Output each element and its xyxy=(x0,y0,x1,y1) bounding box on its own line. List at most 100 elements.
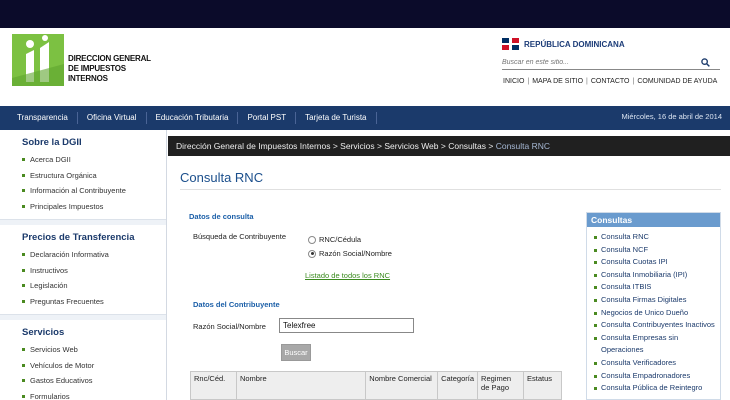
sidebar-item[interactable]: Gastos Educativos xyxy=(22,373,166,389)
sidebar-item[interactable]: Información al Contribuyente xyxy=(22,183,166,199)
consulta-link-label: Consulta Firmas Digitales xyxy=(601,294,687,304)
bullet-icon xyxy=(22,204,25,208)
section-datos-consulta: Datos de consulta xyxy=(189,212,254,221)
sidebar-item[interactable]: Servicios Web xyxy=(22,342,166,358)
consultas-panel: Consultas Consulta RNC Consulta NCF Cons… xyxy=(586,212,721,400)
bullet-icon xyxy=(594,248,597,252)
top-link-mapa[interactable]: MAPA DE SITIO xyxy=(532,78,583,85)
column-header[interactable]: Nombre xyxy=(235,371,367,400)
divider xyxy=(180,189,721,190)
buscar-button[interactable]: Buscar xyxy=(281,344,311,361)
column-header[interactable]: Regimen de Pago xyxy=(477,371,524,400)
separator: | xyxy=(527,78,530,85)
sidebar-item[interactable]: Declaración Informativa xyxy=(22,247,166,263)
consulta-link[interactable]: Consulta ITBIS xyxy=(594,281,720,294)
breadcrumb-trail[interactable]: Dirección General de Impuestos Internos … xyxy=(176,141,496,151)
bullet-icon xyxy=(594,361,597,365)
radio-label: Razón Social/Nombre xyxy=(319,249,392,258)
consulta-link-label: Negocios de Unico Dueño xyxy=(601,307,689,317)
sidebar-section-title[interactable]: Servicios xyxy=(0,320,166,342)
logo-line: DE IMPUESTOS xyxy=(68,64,126,73)
separator: | xyxy=(586,78,588,85)
bullet-icon xyxy=(22,158,25,162)
sidebar-item-label: Gastos Educativos xyxy=(30,376,93,385)
logo-text: DIRECCION GENERAL DE IMPUESTOS INTERNOS xyxy=(68,54,151,84)
bullet-icon xyxy=(594,387,597,391)
bullet-icon xyxy=(594,236,597,239)
consulta-link[interactable]: Consulta Empadronadores xyxy=(594,370,720,383)
column-header[interactable]: Nombre Comercial xyxy=(365,371,439,400)
radio-razon-social[interactable]: Razón Social/Nombre xyxy=(308,249,392,258)
sidebar-section-title[interactable]: Sobre la DGII xyxy=(0,130,166,152)
consulta-link[interactable]: Consulta Empresas sin Operaciones xyxy=(594,332,720,357)
bullet-icon xyxy=(22,253,25,257)
radio-circle[interactable] xyxy=(308,235,316,244)
nav-educacion-tributaria[interactable]: Educación Tributaria xyxy=(147,112,239,124)
bullet-icon xyxy=(22,348,25,352)
current-date: Miércoles, 16 de abril de 2014 xyxy=(621,112,722,121)
bullet-icon xyxy=(22,189,25,193)
page-title: Consulta RNC xyxy=(180,170,264,185)
sidebar-item[interactable]: Estructura Orgánica xyxy=(22,168,166,184)
sidebar-item-label: Preguntas Frecuentes xyxy=(30,296,104,306)
bullet-icon xyxy=(594,273,597,277)
consultas-title: Consultas xyxy=(587,213,720,227)
sidebar-section-sobre: Sobre la DGII Acerca DGII Estructura Org… xyxy=(0,130,166,220)
consulta-link-label: Consulta Pública de Reintegro xyxy=(601,383,703,393)
consulta-link[interactable]: Negocios de Unico Dueño xyxy=(594,307,720,320)
sidebar-item[interactable]: Formularios xyxy=(22,389,166,400)
sidebar-section-servicios: Servicios Servicios Web Vehículos de Mot… xyxy=(0,320,166,400)
top-link-inicio[interactable]: INICIO xyxy=(503,78,524,85)
nav-transparencia[interactable]: Transparencia xyxy=(0,112,78,124)
razon-social-input[interactable] xyxy=(279,318,414,333)
bullet-icon xyxy=(22,379,25,383)
consulta-link[interactable]: Consulta Cuotas IPI xyxy=(594,256,720,269)
column-header[interactable]: Estatus xyxy=(522,371,563,400)
consulta-link[interactable]: Consulta Firmas Digitales xyxy=(594,294,720,307)
bullet-icon xyxy=(594,374,597,378)
listado-rnc-link[interactable]: Listado de todos los RNC xyxy=(305,271,390,280)
column-header[interactable]: Categoría xyxy=(437,371,479,400)
consulta-link-label: Consulta Cuotas IPI xyxy=(601,257,668,267)
consulta-link-label: Consulta Contribuyentes Inactivos xyxy=(601,320,715,330)
consulta-link[interactable]: Consulta Inmobiliaria (IPI) xyxy=(594,269,720,282)
sidebar-item[interactable]: Preguntas Frecuentes xyxy=(22,294,166,310)
bullet-icon xyxy=(594,261,597,265)
breadcrumb-current: Consulta RNC xyxy=(495,141,551,151)
consulta-link-label: Consulta Verificadores xyxy=(601,357,677,367)
bullet-icon xyxy=(22,173,25,177)
nav-tarjeta-turista[interactable]: Tarjeta de Turista xyxy=(296,112,377,124)
search-icon[interactable] xyxy=(698,56,712,70)
nav-portal-pst[interactable]: Portal PST xyxy=(238,112,297,124)
main-nav: Transparencia Oficina Virtual Educación … xyxy=(0,106,730,130)
logo-line: DIRECCION GENERAL xyxy=(68,54,151,63)
top-link-comunidad[interactable]: COMUNIDAD DE AYUDA xyxy=(637,78,717,85)
sidebar-item[interactable]: Vehículos de Motor xyxy=(22,358,166,374)
sidebar-item-label: Acerca DGII xyxy=(30,155,71,164)
dgii-logo-icon[interactable] xyxy=(12,34,64,86)
sidebar-item[interactable]: Instructivos xyxy=(22,263,166,279)
search-input[interactable] xyxy=(502,59,698,66)
sidebar-section-title[interactable]: Precios de Transferencia xyxy=(0,225,166,247)
consulta-link[interactable]: Consulta Verificadores xyxy=(594,357,720,370)
consulta-link[interactable]: Consulta Pública de Reintegro xyxy=(594,382,720,395)
sidebar-item[interactable]: Acerca DGII xyxy=(22,152,166,168)
busqueda-label: Búsqueda de Contribuyente xyxy=(193,232,286,241)
nav-oficina-virtual[interactable]: Oficina Virtual xyxy=(78,112,147,124)
sidebar-item-label: Vehículos de Motor xyxy=(30,360,95,370)
consulta-link-label: Consulta ITBIS xyxy=(601,282,652,292)
consulta-link[interactable]: Consulta Contribuyentes Inactivos xyxy=(594,319,720,332)
sidebar-item-label: Declaración Informativa xyxy=(30,250,109,259)
consulta-link-label: Consulta Inmobiliaria (IPI) xyxy=(601,269,688,279)
consulta-link[interactable]: Consulta NCF xyxy=(594,244,720,257)
consulta-link[interactable]: Consulta RNC xyxy=(594,231,720,244)
radio-rnc-cedula[interactable]: RNC/Cédula xyxy=(308,235,361,244)
sidebar-section-precios: Precios de Transferencia Declaración Inf… xyxy=(0,225,166,315)
sidebar-item[interactable]: Principales Impuestos xyxy=(22,199,166,215)
column-header[interactable]: Rnc/Céd. xyxy=(190,371,237,400)
bullet-icon xyxy=(594,311,597,315)
radio-circle-selected[interactable] xyxy=(308,249,316,258)
sidebar-item[interactable]: Legislación xyxy=(22,278,166,294)
consulta-link-label: Consulta NCF xyxy=(601,244,649,254)
top-link-contacto[interactable]: CONTACTO xyxy=(591,78,630,85)
